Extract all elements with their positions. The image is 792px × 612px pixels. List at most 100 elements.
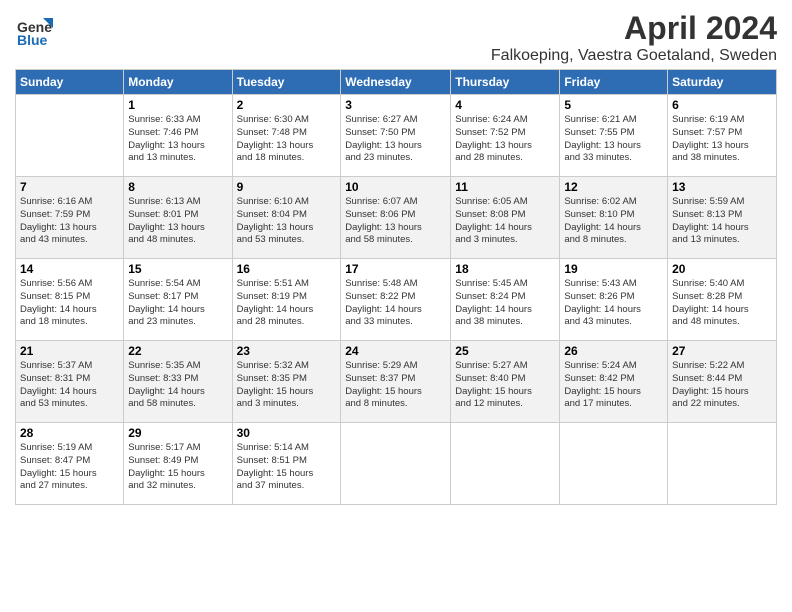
day-info: Sunrise: 5:24 AM Sunset: 8:42 PM Dayligh… — [564, 360, 663, 411]
day-info: Sunrise: 5:32 AM Sunset: 8:35 PM Dayligh… — [237, 360, 337, 411]
calendar-cell — [451, 423, 560, 505]
calendar-cell: 17Sunrise: 5:48 AM Sunset: 8:22 PM Dayli… — [341, 259, 451, 341]
day-info: Sunrise: 6:13 AM Sunset: 8:01 PM Dayligh… — [128, 196, 227, 247]
day-number: 27 — [672, 344, 772, 358]
day-number: 1 — [128, 98, 227, 112]
day-info: Sunrise: 6:27 AM Sunset: 7:50 PM Dayligh… — [345, 114, 446, 165]
day-info: Sunrise: 5:37 AM Sunset: 8:31 PM Dayligh… — [20, 360, 119, 411]
calendar-cell: 21 Sunrise: 5:37 AM Sunset: 8:31 PM Dayli… — [16, 341, 124, 423]
day-info: Sunrise: 5:29 AM Sunset: 8:37 PM Dayligh… — [345, 360, 446, 411]
calendar-cell: 29 Sunrise: 5:17 AM Sunset: 8:49 PM Dayli… — [124, 423, 232, 505]
day-number: 26 — [564, 344, 663, 358]
calendar-cell — [668, 423, 777, 505]
calendar-cell: 1 Sunrise: 6:33 AM Sunset: 7:46 PM Daylig… — [124, 95, 232, 177]
col-sunday: Sunday — [16, 70, 124, 95]
day-info: Sunrise: 6:02 AM Sunset: 8:10 PM Dayligh… — [564, 196, 663, 247]
day-number: 2 — [237, 98, 337, 112]
day-number: 3 — [345, 98, 446, 112]
calendar-table: Sunday Monday Tuesday Wednesday Thursday… — [15, 69, 777, 505]
header-row: Sunday Monday Tuesday Wednesday Thursday… — [16, 70, 777, 95]
calendar-cell: 26 Sunrise: 5:24 AM Sunset: 8:42 PM Dayli… — [560, 341, 668, 423]
day-number: 29 — [128, 426, 227, 440]
calendar-cell: 13 Sunrise: 5:59 AM Sunset: 8:13 PM Dayli… — [668, 177, 777, 259]
calendar-cell: 10 Sunrise: 6:07 AM Sunset: 8:06 PM Dayli… — [341, 177, 451, 259]
day-number: 13 — [672, 180, 772, 194]
day-info: Sunrise: 6:33 AM Sunset: 7:46 PM Dayligh… — [128, 114, 227, 165]
day-number: 19 — [564, 262, 663, 276]
day-info: Sunrise: 5:17 AM Sunset: 8:49 PM Dayligh… — [128, 442, 227, 493]
calendar-cell: 4Sunrise: 6:24 AM Sunset: 7:52 PM Daylig… — [451, 95, 560, 177]
calendar-cell: 28 Sunrise: 5:19 AM Sunset: 8:47 PM Dayli… — [16, 423, 124, 505]
day-number: 16 — [237, 262, 337, 276]
calendar-cell: 16 Sunrise: 5:51 AM Sunset: 8:19 PM Dayli… — [232, 259, 341, 341]
day-info: Sunrise: 5:19 AM Sunset: 8:47 PM Dayligh… — [20, 442, 119, 493]
svg-text:Blue: Blue — [17, 32, 48, 48]
day-number: 9 — [237, 180, 337, 194]
calendar-cell: 15Sunrise: 5:54 AM Sunset: 8:17 PM Dayli… — [124, 259, 232, 341]
calendar-week-5: 28 Sunrise: 5:19 AM Sunset: 8:47 PM Dayli… — [16, 423, 777, 505]
day-number: 30 — [237, 426, 337, 440]
day-number: 7 — [20, 180, 119, 194]
day-number: 28 — [20, 426, 119, 440]
calendar-cell — [341, 423, 451, 505]
day-number: 11 — [455, 180, 555, 194]
calendar-cell: 19 Sunrise: 5:43 AM Sunset: 8:26 PM Dayli… — [560, 259, 668, 341]
day-info: Sunrise: 5:43 AM Sunset: 8:26 PM Dayligh… — [564, 278, 663, 329]
day-info: Sunrise: 6:05 AM Sunset: 8:08 PM Dayligh… — [455, 196, 555, 247]
title-block: April 2024 Falkoeping, Vaestra Goetaland… — [491, 10, 777, 65]
calendar-week-1: 1 Sunrise: 6:33 AM Sunset: 7:46 PM Daylig… — [16, 95, 777, 177]
calendar-cell: 22Sunrise: 5:35 AM Sunset: 8:33 PM Dayli… — [124, 341, 232, 423]
day-info: Sunrise: 5:45 AM Sunset: 8:24 PM Dayligh… — [455, 278, 555, 329]
calendar-cell: 27 Sunrise: 5:22 AM Sunset: 8:44 PM Dayli… — [668, 341, 777, 423]
calendar-cell: 11 Sunrise: 6:05 AM Sunset: 8:08 PM Dayli… — [451, 177, 560, 259]
day-info: Sunrise: 5:59 AM Sunset: 8:13 PM Dayligh… — [672, 196, 772, 247]
calendar-cell: 25 Sunrise: 5:27 AM Sunset: 8:40 PM Dayli… — [451, 341, 560, 423]
day-info: Sunrise: 5:54 AM Sunset: 8:17 PM Dayligh… — [128, 278, 227, 329]
calendar-cell: 12 Sunrise: 6:02 AM Sunset: 8:10 PM Dayli… — [560, 177, 668, 259]
day-number: 12 — [564, 180, 663, 194]
calendar-cell: 24 Sunrise: 5:29 AM Sunset: 8:37 PM Dayli… — [341, 341, 451, 423]
col-friday: Friday — [560, 70, 668, 95]
day-number: 20 — [672, 262, 772, 276]
day-number: 10 — [345, 180, 446, 194]
calendar-cell: 6 Sunrise: 6:19 AM Sunset: 7:57 PM Daylig… — [668, 95, 777, 177]
day-info: Sunrise: 5:14 AM Sunset: 8:51 PM Dayligh… — [237, 442, 337, 493]
calendar-cell: 30 Sunrise: 5:14 AM Sunset: 8:51 PM Dayli… — [232, 423, 341, 505]
day-number: 25 — [455, 344, 555, 358]
calendar-cell: 8 Sunrise: 6:13 AM Sunset: 8:01 PM Daylig… — [124, 177, 232, 259]
day-info: Sunrise: 5:48 AM Sunset: 8:22 PM Dayligh… — [345, 278, 446, 329]
logo: General Blue — [15, 10, 53, 53]
calendar-week-4: 21 Sunrise: 5:37 AM Sunset: 8:31 PM Dayli… — [16, 341, 777, 423]
location-title: Falkoeping, Vaestra Goetaland, Sweden — [491, 47, 777, 65]
day-info: Sunrise: 6:19 AM Sunset: 7:57 PM Dayligh… — [672, 114, 772, 165]
logo-graphic: General Blue — [15, 10, 53, 53]
day-number: 8 — [128, 180, 227, 194]
calendar-cell: 14Sunrise: 5:56 AM Sunset: 8:15 PM Dayli… — [16, 259, 124, 341]
day-info: Sunrise: 5:56 AM Sunset: 8:15 PM Dayligh… — [20, 278, 119, 329]
day-number: 4 — [455, 98, 555, 112]
day-number: 18 — [455, 262, 555, 276]
calendar-cell: 7Sunrise: 6:16 AM Sunset: 7:59 PM Daylig… — [16, 177, 124, 259]
col-monday: Monday — [124, 70, 232, 95]
month-title: April 2024 — [491, 10, 777, 47]
calendar-cell: 18 Sunrise: 5:45 AM Sunset: 8:24 PM Dayli… — [451, 259, 560, 341]
calendar-cell: 2Sunrise: 6:30 AM Sunset: 7:48 PM Daylig… — [232, 95, 341, 177]
col-saturday: Saturday — [668, 70, 777, 95]
day-number: 6 — [672, 98, 772, 112]
calendar-cell: 9Sunrise: 6:10 AM Sunset: 8:04 PM Daylig… — [232, 177, 341, 259]
day-number: 21 — [20, 344, 119, 358]
calendar-cell — [560, 423, 668, 505]
day-info: Sunrise: 5:22 AM Sunset: 8:44 PM Dayligh… — [672, 360, 772, 411]
calendar-cell: 20 Sunrise: 5:40 AM Sunset: 8:28 PM Dayli… — [668, 259, 777, 341]
day-number: 24 — [345, 344, 446, 358]
day-info: Sunrise: 6:07 AM Sunset: 8:06 PM Dayligh… — [345, 196, 446, 247]
day-info: Sunrise: 5:27 AM Sunset: 8:40 PM Dayligh… — [455, 360, 555, 411]
day-number: 23 — [237, 344, 337, 358]
calendar-cell: 23 Sunrise: 5:32 AM Sunset: 8:35 PM Dayli… — [232, 341, 341, 423]
calendar-week-2: 7Sunrise: 6:16 AM Sunset: 7:59 PM Daylig… — [16, 177, 777, 259]
day-info: Sunrise: 5:40 AM Sunset: 8:28 PM Dayligh… — [672, 278, 772, 329]
calendar-cell — [16, 95, 124, 177]
day-info: Sunrise: 5:51 AM Sunset: 8:19 PM Dayligh… — [237, 278, 337, 329]
calendar-week-3: 14Sunrise: 5:56 AM Sunset: 8:15 PM Dayli… — [16, 259, 777, 341]
calendar-cell: 3 Sunrise: 6:27 AM Sunset: 7:50 PM Daylig… — [341, 95, 451, 177]
